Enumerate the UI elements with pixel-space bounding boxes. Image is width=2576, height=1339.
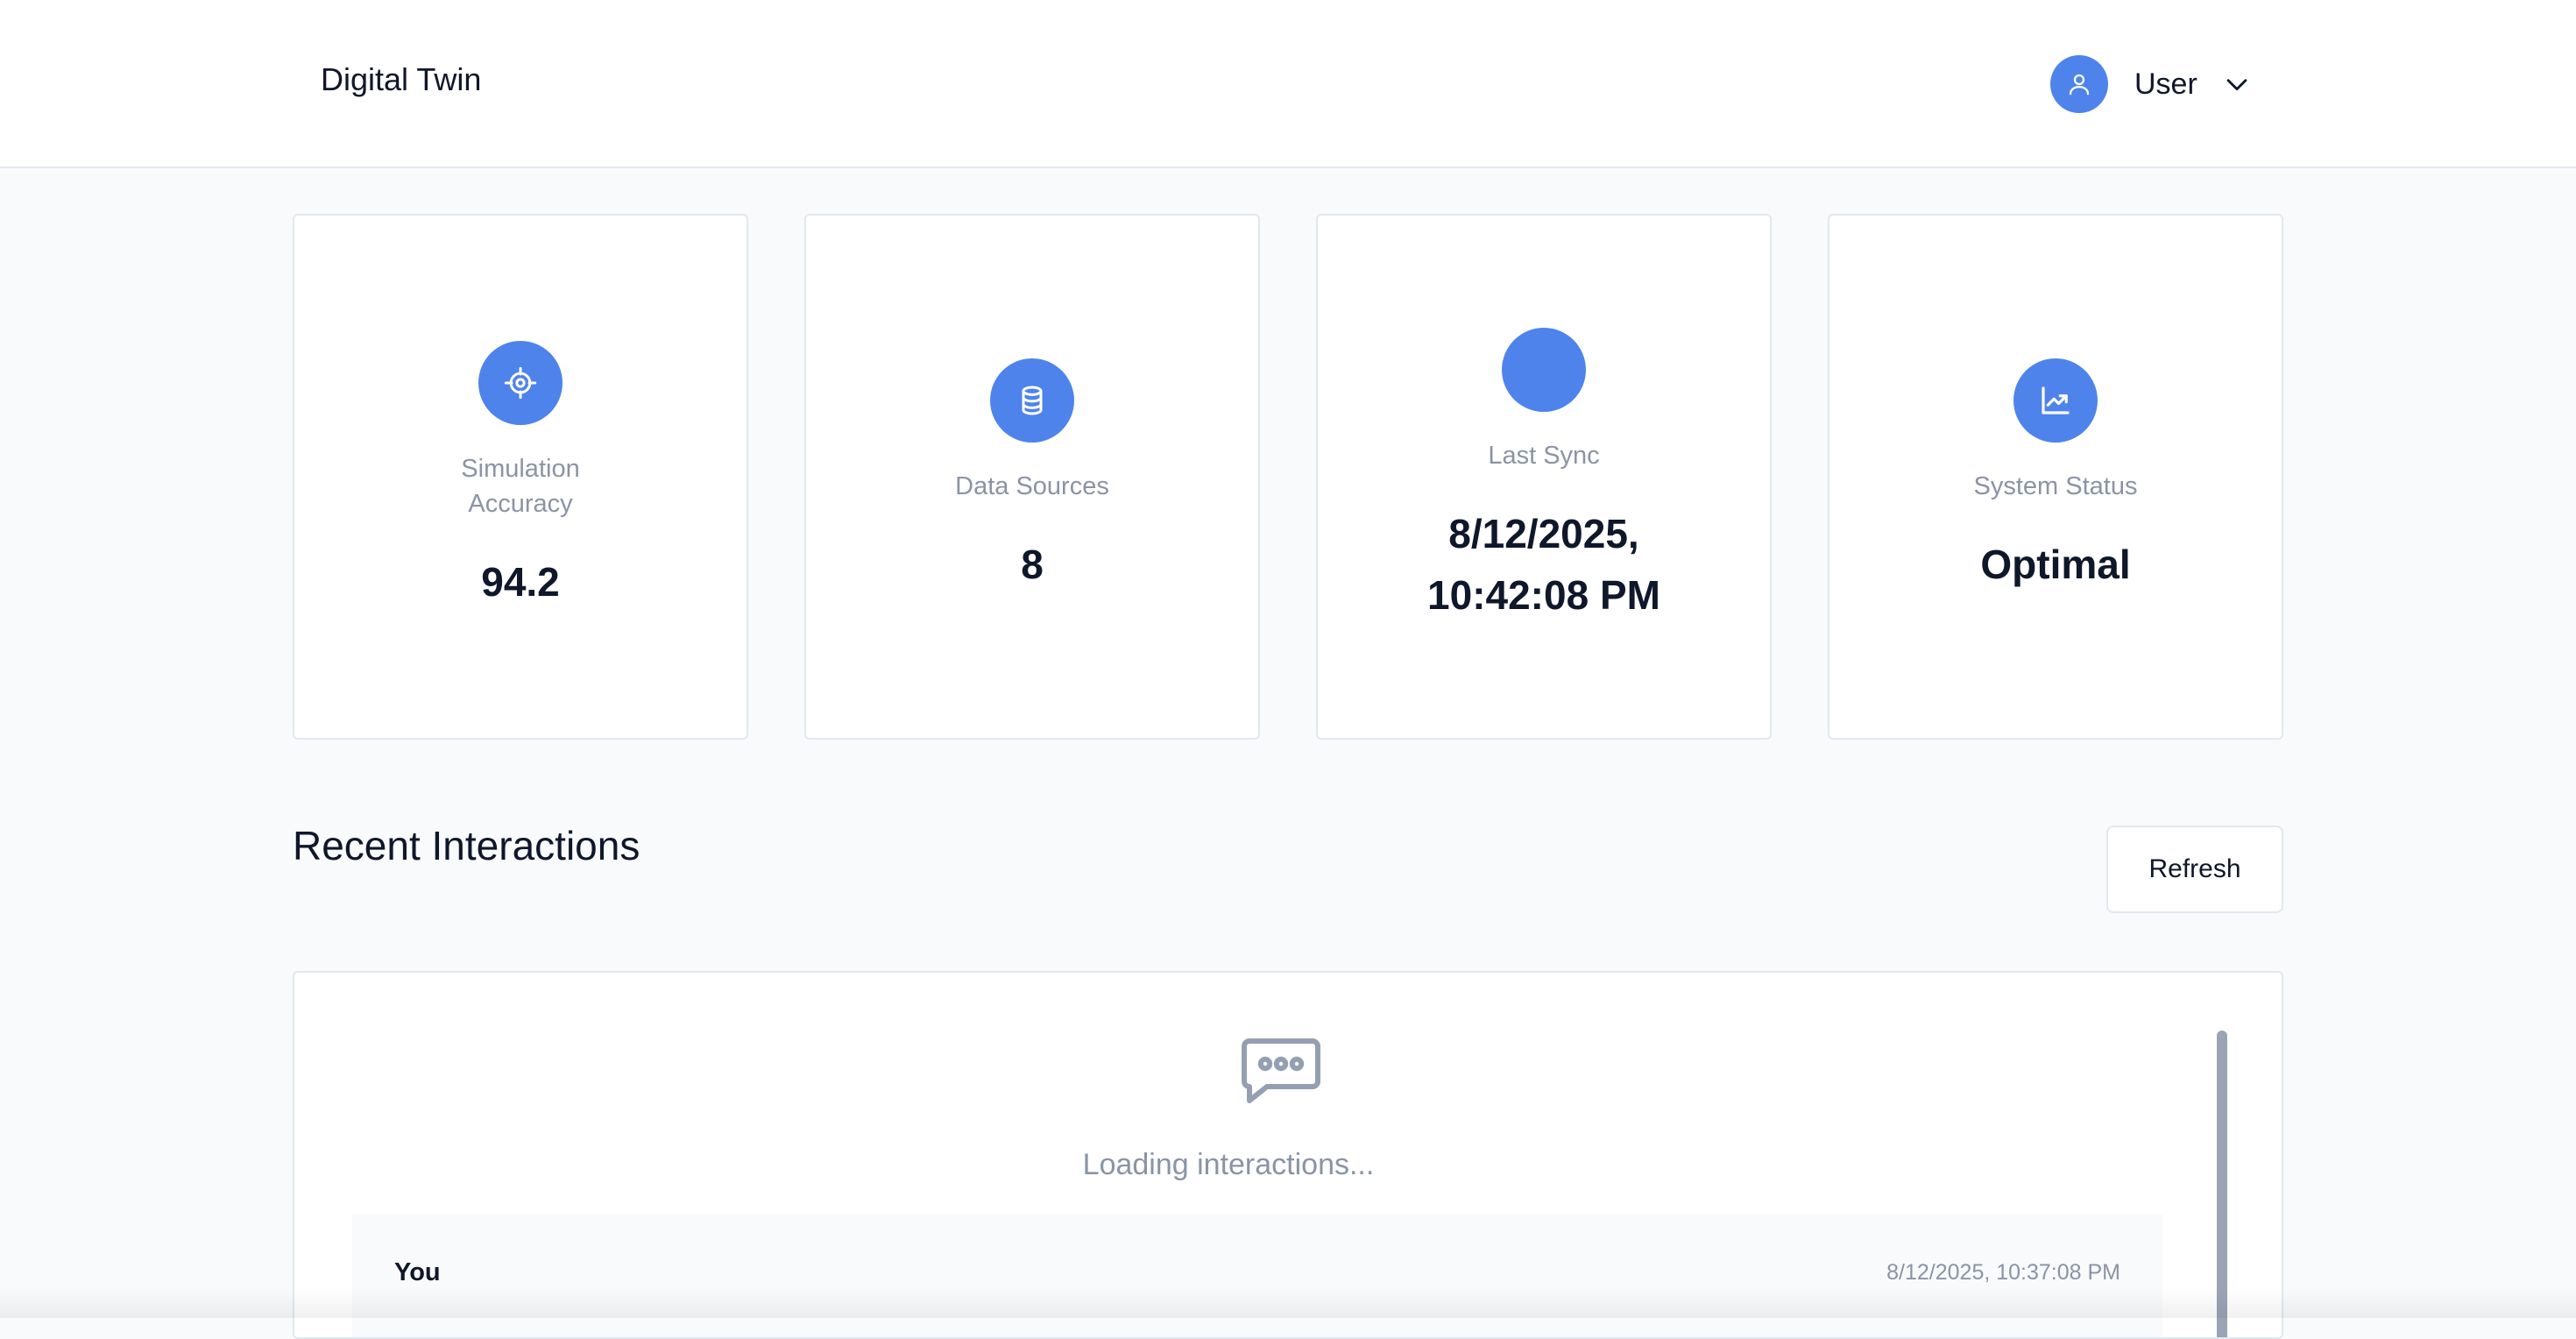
loading-message: Loading interactions... [1082,1148,1375,1181]
refresh-button[interactable]: Refresh [2106,825,2283,913]
stat-label: System Status [1973,472,2138,500]
stat-label: Simulation Accuracy [461,455,580,518]
stat-value: 94.2 [481,559,560,605]
chevron-down-icon[interactable] [2222,69,2252,99]
stat-value: 8/12/2025, 10:42:08 PM [1427,511,1660,618]
app-title: Digital Twin [321,61,482,97]
section-title: Recent Interactions [293,823,640,868]
interaction-timestamp: 8/12/2025, 10:37:08 PM [1886,1260,2120,1285]
target-icon [478,341,563,425]
top-bar: Digital Twin User [0,0,2576,168]
stat-value: Optimal [1980,542,2131,587]
chart-line-icon [2013,358,2098,443]
stat-card-last-sync: Last Sync 8/12/2025, 10:42:08 PM [1316,214,1772,740]
stat-card-system-status: System Status Optimal [1828,214,2283,740]
stat-label: Data Sources [955,472,1109,500]
user-menu[interactable]: User [2050,54,2252,114]
stat-card-data-sources: Data Sources 8 [804,214,1260,740]
chat-bubble-icon [1239,1036,1323,1110]
bottom-shade [0,1288,2576,1318]
blank-circle-icon [1502,328,1586,412]
user-avatar[interactable] [2050,55,2108,113]
stat-card-simulation-accuracy: Simulation Accuracy 94.2 [293,214,748,740]
interaction-author: You [394,1258,441,1286]
database-icon [990,358,1074,443]
user-icon [2069,74,2090,96]
user-name[interactable]: User [2134,67,2197,102]
stat-value: 8 [1021,542,1044,587]
stat-label: Last Sync [1488,442,1600,470]
list-item[interactable]: You 8/12/2025, 10:37:08 PM [352,1215,2162,1337]
interactions-panel: Loading interactions... You 8/12/2025, 1… [293,971,2283,1339]
